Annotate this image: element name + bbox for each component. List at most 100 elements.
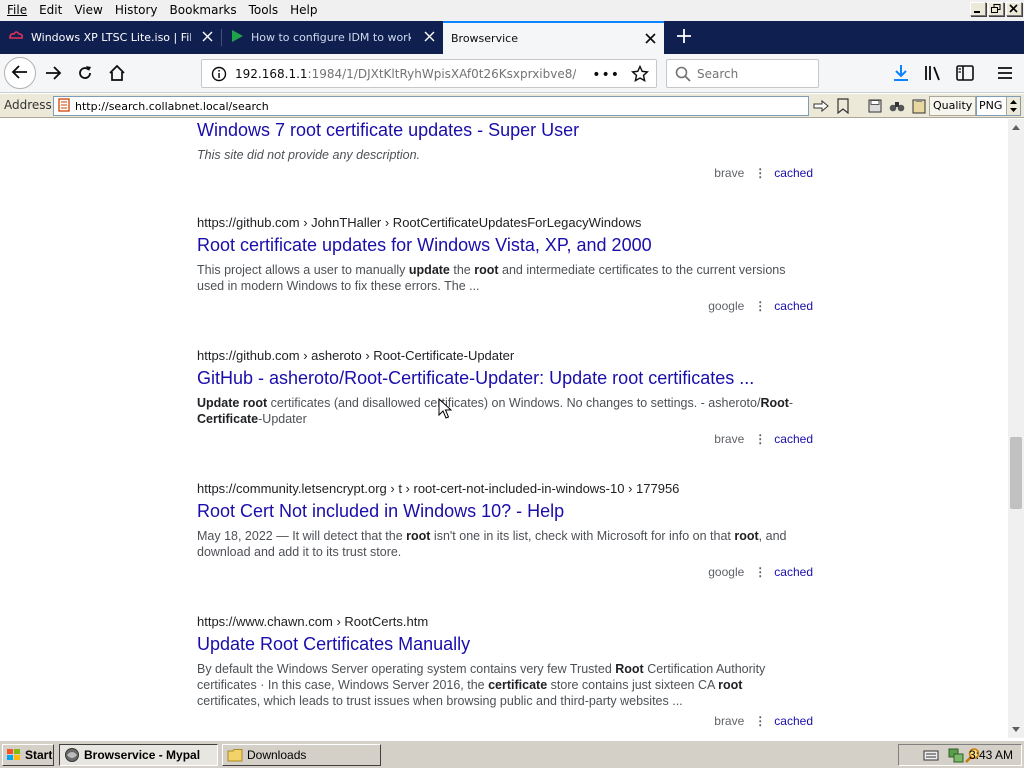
menu-history[interactable]: History [109,0,164,21]
more-options-icon[interactable]: ⋮ [754,166,766,180]
result-meta: brave ⋮ cached [714,166,813,180]
home-button[interactable] [102,59,132,89]
url-bar[interactable]: 192.168.1.1 :1984/1/DJXtKltRyhWpisXAf0t2… [201,59,657,88]
tab-title: How to configure IDM to work with [251,31,411,44]
navigation-toolbar: 192.168.1.1 :1984/1/DJXtKltRyhWpisXAf0t2… [0,54,1024,93]
close-window-button[interactable] [1006,2,1022,16]
keyboard-icon[interactable] [923,748,939,765]
cached-link[interactable]: cached [774,714,813,728]
page-scrollbar[interactable] [1008,119,1024,738]
scrollbar-thumb[interactable] [1010,437,1022,509]
url-path: :1984/1/DJXtKltRyhWpisXAf0t26Ksxprxibve8… [307,66,577,81]
menu-bar: File Edit View History Bookmarks Tools H… [0,0,1024,21]
sidebar-button[interactable] [950,59,980,89]
info-icon[interactable] [211,66,227,82]
tab-idm[interactable]: How to configure IDM to work with [222,21,443,54]
page-actions-icon[interactable]: ••• [592,67,620,83]
cached-link[interactable]: cached [774,166,813,180]
result-engine: google [708,299,745,313]
cached-link[interactable]: cached [774,299,813,313]
taskbar-item-label: Downloads [247,748,307,762]
windows-logo-icon [6,748,22,762]
result-title-link[interactable]: GitHub - asheroto/Root-Certificate-Updat… [197,368,817,389]
result-description: Update root certificates (and disallowed… [197,396,794,426]
bookmark-star-icon[interactable] [630,64,650,86]
search-icon [675,66,691,82]
search-box[interactable]: Search [666,59,819,88]
address-tools [812,97,928,115]
sidebar-icon [956,64,974,84]
clipboard-icon[interactable] [910,97,928,115]
new-tab-button[interactable] [664,21,704,54]
back-button[interactable] [4,57,36,89]
scroll-up-arrow-icon[interactable] [1008,119,1024,135]
downloads-button[interactable] [886,59,916,89]
close-tab-icon[interactable] [424,31,435,45]
result-url: https://github.com › JohnTHaller › RootC… [197,215,642,230]
menu-help[interactable]: Help [284,0,323,21]
page-icon [58,97,71,115]
taskbar-item-downloads[interactable]: Downloads [222,744,381,766]
home-icon [108,64,126,85]
menu-tools[interactable]: Tools [243,0,285,21]
result-description: This site did not provide any descriptio… [197,148,421,162]
result-engine: brave [714,714,745,728]
cached-link[interactable]: cached [774,565,813,579]
result-url: https://github.com › asheroto › Root-Cer… [197,348,515,363]
menu-bookmarks[interactable]: Bookmarks [164,0,243,21]
find-binoculars-icon[interactable] [888,97,906,115]
more-options-icon[interactable]: ⋮ [754,714,766,728]
reload-icon [76,64,94,85]
result-description: This project allows a user to manually u… [197,263,786,293]
quality-select[interactable]: PNG [976,96,1021,116]
search-placeholder: Search [697,66,739,81]
address-input[interactable]: http://search.collabnet.local/search [53,96,809,116]
hamburger-menu-button[interactable] [990,59,1020,89]
bookmark-icon[interactable] [834,97,852,115]
search-result: Windows 7 root certificate updates - Sup… [197,120,817,180]
clock: 3:43 AM [968,748,1013,762]
tab-browservice[interactable]: Browservice [443,21,664,54]
scroll-down-arrow-icon[interactable] [1008,722,1024,738]
back-arrow-icon [11,64,29,83]
result-title-link[interactable]: Root certificate updates for Windows Vis… [197,235,817,256]
more-options-icon[interactable]: ⋮ [754,299,766,313]
result-meta: google ⋮ cached [708,299,813,313]
download-arrow-icon [892,64,910,85]
cached-link[interactable]: cached [774,432,813,446]
quality-value: PNG [979,99,1003,112]
close-tab-icon[interactable] [645,33,656,47]
forward-arrow-icon [44,65,62,84]
files-fm-icon [8,30,24,45]
tab-files-fm[interactable]: Windows XP LTSC Lite.iso | Files.fm [0,21,221,54]
more-options-icon[interactable]: ⋮ [754,565,766,579]
start-button[interactable]: Start [2,744,54,766]
reload-button[interactable] [70,59,100,89]
result-url: https://www.chawn.com › RootCerts.htm [197,614,429,629]
menu-edit[interactable]: Edit [33,0,68,21]
result-meta: brave ⋮ cached [714,432,813,446]
taskbar-item-browservice[interactable]: Browservice - Mypal [59,744,218,766]
minimize-button[interactable] [970,2,986,16]
more-options-icon[interactable]: ⋮ [754,432,766,446]
url-host: 192.168.1.1 [235,66,308,81]
address-url: http://search.collabnet.local/search [75,99,269,113]
quality-spinner[interactable] [1006,97,1020,115]
address-label: Address [4,98,52,112]
forward-button[interactable] [38,59,68,89]
folder-icon [227,748,243,762]
result-title-link[interactable]: Root Cert Not included in Windows 10? - … [197,501,817,522]
library-button[interactable] [918,59,948,89]
menu-file[interactable]: File [0,0,33,21]
quality-label: Quality [929,96,977,116]
search-result: https://github.com › JohnTHaller › RootC… [197,215,817,313]
go-arrow-icon[interactable] [812,97,830,115]
menu-view[interactable]: View [68,0,108,21]
result-title-link[interactable]: Update Root Certificates Manually [197,634,817,655]
result-description: May 18, 2022 — It will detect that the r… [197,529,787,559]
save-icon[interactable] [866,97,884,115]
close-tab-icon[interactable] [202,31,213,45]
network-icon[interactable] [948,747,964,766]
result-title-link[interactable]: Windows 7 root certificate updates - Sup… [197,120,817,141]
restore-button[interactable] [988,2,1004,16]
